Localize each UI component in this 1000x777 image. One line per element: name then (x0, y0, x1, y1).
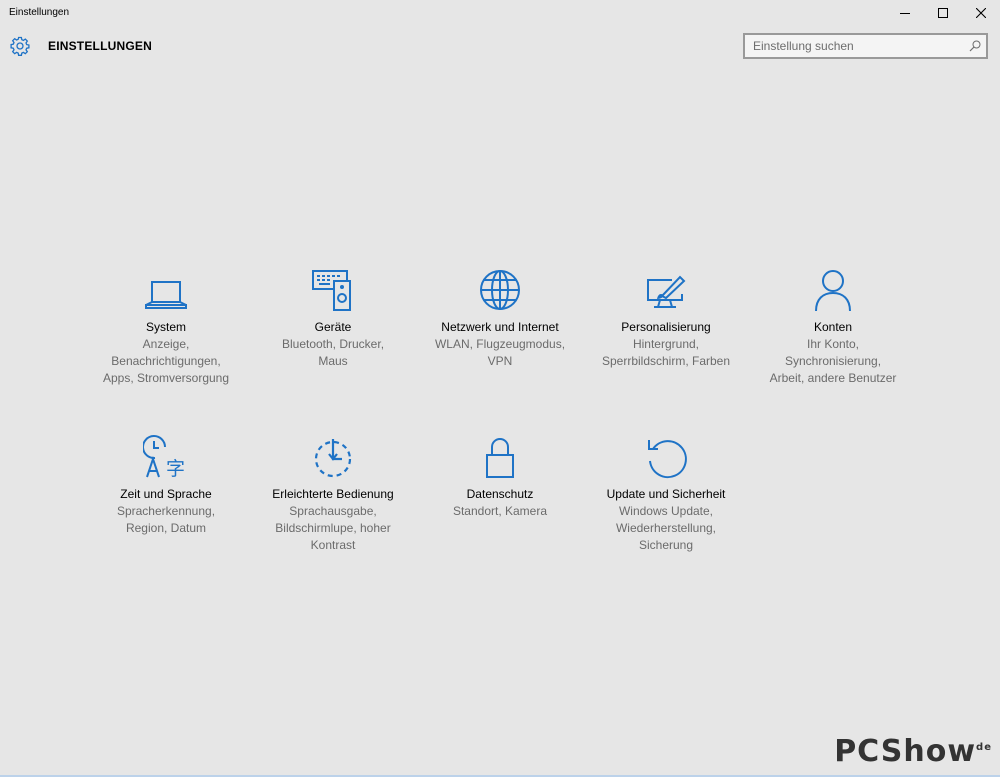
window-title: Einstellungen (9, 7, 70, 18)
category-desc: Region, Datum (125, 521, 207, 535)
ease-of-access-icon (314, 439, 352, 478)
category-name: Geräte (314, 320, 352, 334)
gear-icon[interactable] (10, 36, 30, 56)
watermark-suffix: de (976, 742, 992, 753)
category-name: Netzwerk und Internet (441, 320, 559, 334)
lock-icon (486, 438, 514, 478)
category-devices[interactable]: Geräte Bluetooth, Drucker, Maus (250, 266, 416, 370)
category-personalization[interactable]: Personalisierung Hintergrund, Sperrbilds… (583, 266, 749, 370)
category-desc: Windows Update, (618, 504, 714, 518)
person-icon (815, 270, 851, 312)
category-desc: Sprachausgabe, (289, 504, 377, 518)
window-controls (886, 0, 1000, 26)
page-title: EINSTELLUNGEN (48, 39, 152, 53)
category-desc: Wiederherstellung, (615, 521, 717, 535)
category-desc: VPN (487, 354, 513, 368)
title-bar: Einstellungen (0, 0, 1000, 26)
category-desc: Sperrbildschirm, Farben (601, 354, 731, 368)
search-icon[interactable] (969, 40, 981, 52)
category-name: Erleichterte Bedienung (272, 487, 394, 501)
laptop-icon (145, 281, 187, 309)
category-desc: Spracherkennung, (116, 504, 216, 518)
category-name: Update und Sicherheit (606, 487, 726, 501)
update-icon (648, 440, 687, 479)
globe-icon (480, 270, 520, 310)
category-desc: Apps, Stromversorgung (102, 371, 230, 385)
maximize-button[interactable] (924, 0, 962, 26)
category-system[interactable]: System Anzeige, Benachrichtigungen, Apps… (83, 266, 249, 387)
category-accounts[interactable]: Konten Ihr Konto, Synchronisierung, Arbe… (750, 266, 916, 387)
devices-icon (312, 270, 351, 311)
svg-text:字: 字 (166, 458, 185, 479)
personalization-icon (647, 275, 686, 308)
category-name: Datenschutz (466, 487, 534, 501)
category-update-security[interactable]: Update und Sicherheit Windows Update, Wi… (583, 433, 749, 554)
close-button[interactable] (962, 0, 1000, 26)
category-desc: Anzeige, (142, 337, 190, 351)
category-desc: Synchronisierung, (784, 354, 882, 368)
category-name: Zeit und Sprache (120, 487, 212, 501)
category-name: System (145, 320, 186, 334)
category-desc: Hintergrund, (632, 337, 700, 351)
category-desc: Arbeit, andere Benutzer (769, 371, 897, 385)
category-desc: Ihr Konto, (806, 337, 860, 351)
category-desc: Kontrast (310, 538, 356, 552)
app-header: EINSTELLUNGEN (0, 30, 1000, 62)
time-language-icon: 字 (143, 435, 185, 479)
category-desc: Bluetooth, Drucker, (281, 337, 385, 351)
category-desc: Benachrichtigungen, (111, 354, 221, 368)
category-ease-of-access[interactable]: Erleichterte Bedienung Sprachausgabe, Bi… (250, 433, 416, 554)
search-input[interactable] (745, 35, 961, 57)
category-desc: Maus (318, 354, 348, 368)
category-network[interactable]: Netzwerk und Internet WLAN, Flugzeugmodu… (417, 266, 583, 370)
minimize-icon (900, 13, 910, 14)
category-desc: Standort, Kamera (452, 504, 548, 518)
category-desc: WLAN, Flugzeugmodus, (434, 337, 566, 351)
close-icon (976, 8, 986, 18)
category-desc: Sicherung (638, 538, 694, 552)
category-name: Konten (813, 320, 853, 334)
category-privacy[interactable]: Datenschutz Standort, Kamera (417, 433, 583, 520)
maximize-icon (938, 8, 948, 18)
search-box[interactable] (743, 33, 988, 59)
minimize-button[interactable] (886, 0, 924, 26)
watermark-text: PCShow (834, 734, 977, 769)
category-name: Personalisierung (621, 320, 711, 334)
watermark: PCShowde (834, 734, 992, 769)
category-desc: Bildschirmlupe, hoher (275, 521, 391, 535)
category-time-language[interactable]: 字 Zeit und Sprache Spracherkennung, Regi… (83, 433, 249, 537)
